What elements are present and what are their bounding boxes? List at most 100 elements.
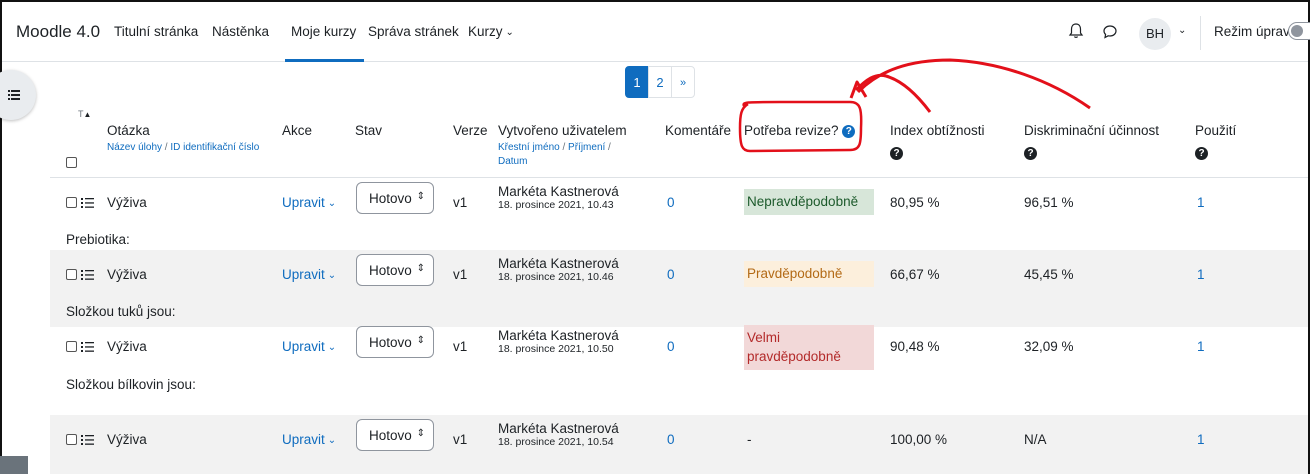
nav-site-admin[interactable]: Správa stránek: [368, 24, 459, 39]
comments-link[interactable]: 0: [667, 267, 675, 282]
author: Markéta Kastnerová 18. prosince 2021, 10.…: [498, 256, 619, 283]
status-select[interactable]: Hotovo ⇕: [356, 182, 434, 214]
help-icon[interactable]: ?: [890, 146, 903, 160]
comments-link[interactable]: 0: [667, 432, 675, 447]
sort-by-lastname-link[interactable]: Příjmení: [568, 142, 605, 153]
discrimination-help: ?: [1024, 145, 1037, 160]
row-checkbox[interactable]: [66, 434, 77, 445]
updown-icon: ⇕: [416, 191, 425, 202]
header-created-by-sub: Křestní jméno / Příjmení / Datum: [498, 142, 611, 167]
version: v1: [453, 339, 468, 354]
multichoice-icon: [81, 342, 94, 352]
difficulty-value: 90,48 %: [890, 339, 940, 354]
help-icon[interactable]: ?: [1024, 146, 1037, 160]
comments-link[interactable]: 0: [667, 339, 675, 354]
header-needs-review: Potřeba revize? ?: [744, 123, 856, 138]
review-badge: Nepravděpodobně: [744, 189, 874, 215]
multichoice-icon: [81, 198, 94, 208]
usage-link[interactable]: 1: [1197, 339, 1205, 354]
help-icon[interactable]: ?: [1195, 146, 1208, 160]
question-name: Výživa: [107, 339, 147, 354]
chevron-down-icon[interactable]: ⌄: [1178, 25, 1186, 36]
row-checkbox[interactable]: [66, 197, 77, 208]
question-name: Výživa: [107, 432, 147, 447]
page-2[interactable]: 2: [648, 66, 672, 98]
usage-link[interactable]: 1: [1197, 267, 1205, 282]
updown-icon: ⇕: [416, 428, 425, 439]
navbar-divider: [1200, 16, 1201, 50]
multichoice-icon: [81, 435, 94, 445]
select-all-checkbox[interactable]: [66, 157, 77, 168]
question-text: Složkou bílkovin jsou:: [66, 377, 196, 392]
header-version: Verze: [453, 123, 488, 138]
nav-courses-label: Kurzy: [468, 24, 503, 39]
next-page[interactable]: »: [671, 66, 695, 98]
header-question-sub: Název úlohy / ID identifikační číslo: [107, 142, 260, 153]
header-comments: Komentáře: [665, 123, 732, 138]
author: Markéta Kastnerová 18. prosince 2021, 10.…: [498, 421, 619, 448]
header-status: Stav: [355, 123, 383, 138]
status-select[interactable]: Hotovo ⇕: [356, 254, 434, 286]
updown-icon: ⇕: [416, 335, 425, 346]
row-checkbox[interactable]: [66, 269, 77, 280]
usage-link[interactable]: 1: [1197, 432, 1205, 447]
header-actions: Akce: [282, 123, 313, 138]
page-1[interactable]: 1: [625, 66, 649, 98]
site-brand[interactable]: Moodle 4.0: [16, 22, 100, 42]
header-discrimination: Diskriminační účinnost: [1024, 123, 1160, 138]
difficulty-value: 66,67 %: [890, 267, 940, 282]
question-name: Výživa: [107, 195, 147, 210]
edit-menu-button[interactable]: Upravit ⌄: [282, 267, 336, 282]
comments-link[interactable]: 0: [667, 195, 675, 210]
sort-by-id-link[interactable]: ID identifikační číslo: [170, 142, 259, 153]
question-bank-table: T▲ Otázka Název úlohy / ID identifikační…: [50, 105, 1308, 474]
nav-my-courses[interactable]: Moje kurzy: [284, 24, 365, 62]
edit-menu-button[interactable]: Upravit ⌄: [282, 339, 336, 354]
question-text: Složkou tuků jsou:: [66, 304, 176, 319]
nav-courses[interactable]: Kurzy ⌄: [468, 24, 514, 39]
list-icon: [8, 90, 20, 100]
status-select[interactable]: Hotovo ⇕: [356, 419, 434, 451]
usage-link[interactable]: 1: [1197, 195, 1205, 210]
nav-dashboard[interactable]: Nástěnka: [212, 24, 269, 39]
sort-by-name-link[interactable]: Název úlohy: [107, 142, 162, 153]
multichoice-icon: [81, 270, 94, 280]
version: v1: [453, 432, 468, 447]
question-text: Prebiotika:: [66, 232, 130, 247]
header-difficulty: Index obtížnosti: [890, 123, 985, 138]
discrimination-value: 32,09 %: [1024, 339, 1074, 354]
edit-mode-label: Režim úprav: [1214, 24, 1290, 39]
bell-icon[interactable]: [1068, 22, 1084, 40]
chevron-down-icon: ⌄: [505, 27, 514, 38]
author: Markéta Kastnerová 18. prosince 2021, 10.…: [498, 328, 619, 355]
usage-help: ?: [1195, 145, 1208, 160]
nav-home[interactable]: Titulní stránka: [114, 24, 198, 39]
user-avatar[interactable]: BH: [1139, 18, 1171, 50]
edit-mode-toggle[interactable]: [1288, 22, 1310, 40]
status-select[interactable]: Hotovo ⇕: [356, 326, 434, 358]
top-navbar: Moodle 4.0 Titulní stránka Nástěnka Moje…: [2, 2, 1310, 62]
review-badge: Velmi pravděpodobně: [744, 325, 874, 370]
version: v1: [453, 195, 468, 210]
discrimination-value: 45,45 %: [1024, 267, 1074, 282]
edit-menu-button[interactable]: Upravit ⌄: [282, 432, 336, 447]
version: v1: [453, 267, 468, 282]
row-background: [50, 415, 1308, 474]
difficulty-value: 80,95 %: [890, 195, 940, 210]
footer-fragment: [0, 456, 28, 474]
row-checkbox[interactable]: [66, 341, 77, 352]
question-name: Výživa: [107, 267, 147, 282]
row-background: [50, 250, 1308, 327]
sort-indicator[interactable]: T▲: [78, 109, 91, 119]
sort-by-firstname-link[interactable]: Křestní jméno: [498, 142, 560, 153]
sort-by-date-link[interactable]: Datum: [498, 156, 527, 167]
pagination: 1 2 »: [625, 66, 695, 98]
header-question[interactable]: Otázka: [107, 123, 150, 138]
updown-icon: ⇕: [416, 263, 425, 274]
help-icon[interactable]: ?: [842, 124, 856, 138]
chat-icon[interactable]: [1102, 24, 1118, 40]
edit-menu-button[interactable]: Upravit ⌄: [282, 195, 336, 210]
row-divider: [50, 177, 1308, 178]
difficulty-help: ?: [890, 145, 903, 160]
discrimination-value: 96,51 %: [1024, 195, 1074, 210]
